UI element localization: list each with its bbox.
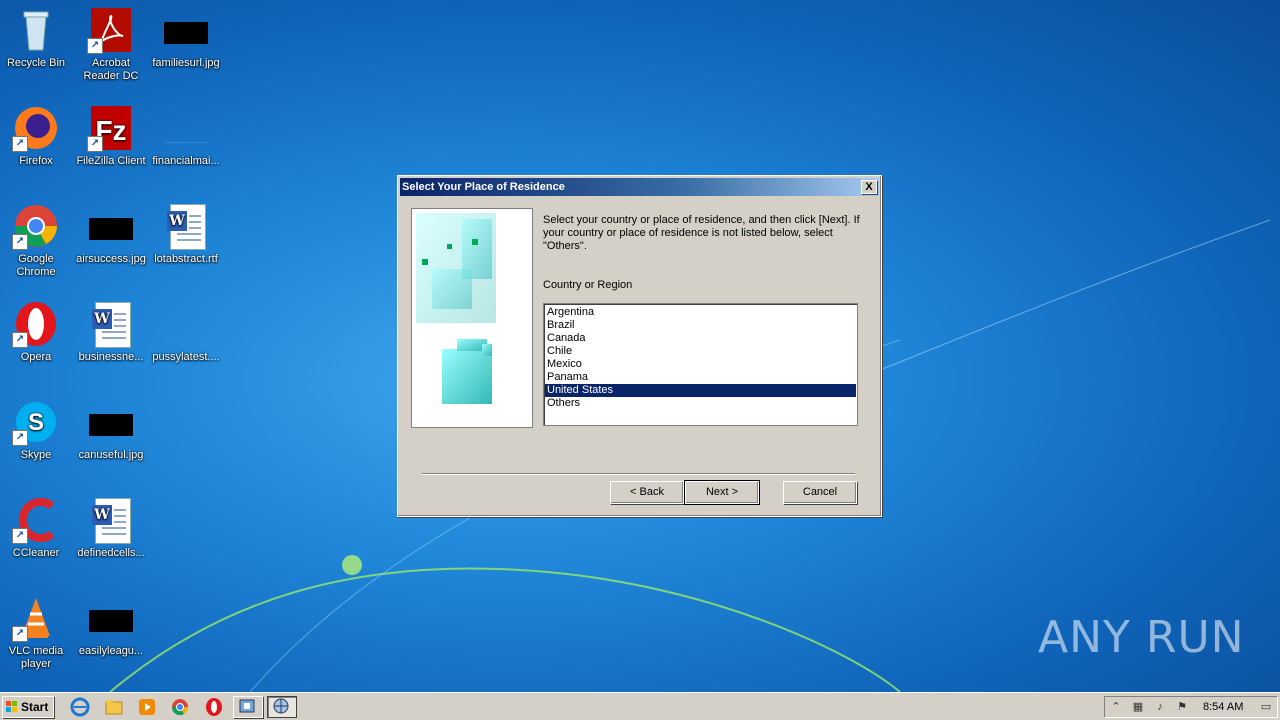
firefox-desktop-icon[interactable]: ↗ Firefox (0, 104, 72, 168)
country-item-mexico[interactable]: Mexico (545, 358, 856, 371)
file-explorer-icon[interactable] (104, 697, 124, 717)
familiesurl-file-icon[interactable]: familiesurl.jpg (150, 6, 222, 70)
cancel-button[interactable]: Cancel (783, 481, 857, 504)
icon-label: Opera (20, 351, 52, 363)
anyrun-watermark: ANY RUN (1038, 612, 1245, 663)
country-item-united-states[interactable]: United States (545, 384, 856, 397)
shortcut-arrow-icon: ↗ (12, 528, 28, 544)
word-document-icon: W (92, 302, 131, 348)
windows-flag-icon (6, 701, 17, 712)
action-center-flag-icon[interactable]: ⚑ (1175, 700, 1189, 714)
opera-taskbar-icon[interactable] (204, 697, 224, 717)
definedcells-file-icon[interactable]: W definedcells... (75, 496, 147, 560)
installer-icon (239, 699, 255, 713)
file-thumbnail-icon (164, 316, 208, 339)
country-item-argentina[interactable]: Argentina (545, 306, 856, 319)
country-item-canada[interactable]: Canada (545, 332, 856, 345)
icon-label: Google Chrome (16, 253, 56, 278)
country-item-brazil[interactable]: Brazil (545, 319, 856, 332)
image-thumbnail-icon (89, 610, 133, 632)
filezilla-desktop-icon[interactable]: Fz ↗ FileZilla Client (75, 104, 147, 168)
chrome-desktop-icon[interactable]: ↗ Google Chrome (0, 202, 72, 279)
back-button[interactable]: < Back (610, 481, 684, 504)
show-desktop-icon[interactable]: ▭ (1259, 700, 1273, 714)
installer-graphic (411, 208, 533, 428)
financialmai-file-icon[interactable]: financialmai... (150, 104, 222, 168)
icon-label: easilyleagu... (78, 645, 144, 657)
shortcut-arrow-icon: ↗ (12, 430, 28, 446)
country-list-label: Country or Region (543, 279, 633, 291)
start-label: Start (21, 700, 49, 714)
canuseful-file-icon[interactable]: canuseful.jpg (75, 398, 147, 462)
country-item-panama[interactable]: Panama (545, 371, 856, 384)
vlc-desktop-icon[interactable]: ↗ VLC media player (0, 594, 72, 671)
businessne-file-icon[interactable]: W businessne... (75, 300, 147, 364)
word-document-icon: W (167, 204, 206, 250)
media-player-icon[interactable] (137, 697, 157, 717)
easilyleagu-file-icon[interactable]: easilyleagu... (75, 594, 147, 658)
dialog-title: Select Your Place of Residence (402, 181, 565, 193)
shortcut-arrow-icon: ↗ (87, 136, 103, 152)
recycle-bin-desktop-icon[interactable]: Recycle Bin (0, 6, 72, 70)
close-icon: X (865, 181, 873, 193)
lotabstract-file-icon[interactable]: W lotabstract.rtf (150, 202, 222, 266)
country-item-chile[interactable]: Chile (545, 345, 856, 358)
icon-label: Acrobat Reader DC (83, 57, 139, 82)
icon-label: VLC media player (8, 645, 64, 670)
volume-icon[interactable]: ♪ (1153, 700, 1167, 714)
airsuccess-file-icon[interactable]: airsuccess.jpg (75, 202, 147, 266)
cubes-graphic-icon (416, 213, 496, 404)
network-icon[interactable]: ▦ (1131, 700, 1145, 714)
taskbar: Start ⌃ ▦ ♪ ⚑ 8:54 AM ▭ (0, 692, 1280, 720)
icon-label: lotabstract.rtf (154, 253, 218, 265)
icon-label: airsuccess.jpg (76, 253, 146, 265)
image-thumbnail-icon (89, 414, 133, 436)
shortcut-arrow-icon: ↗ (12, 332, 28, 348)
icon-label: FileZilla Client (76, 155, 146, 167)
setup-globe-icon (273, 698, 289, 714)
dialog-titlebar[interactable]: Select Your Place of Residence X (400, 178, 879, 196)
system-tray: ⌃ ▦ ♪ ⚑ 8:54 AM ▭ (1104, 696, 1278, 718)
image-thumbnail-icon (164, 22, 208, 44)
icon-label: Firefox (19, 155, 53, 167)
pussylatest-file-icon[interactable]: pussylatest.... (150, 300, 222, 364)
icon-label: CCleaner (12, 547, 60, 559)
image-thumbnail-icon (89, 218, 133, 240)
country-item-others[interactable]: Others (545, 397, 856, 410)
icon-label: businessne... (78, 351, 144, 363)
taskbar-task-installer[interactable] (233, 696, 263, 718)
shortcut-arrow-icon: ↗ (12, 136, 28, 152)
svg-text:S: S (28, 409, 44, 436)
opera-desktop-icon[interactable]: ↗ Opera (0, 300, 72, 364)
icon-label: canuseful.jpg (78, 449, 144, 461)
acrobat-desktop-icon[interactable]: ↗ Acrobat Reader DC (75, 6, 147, 83)
country-listbox[interactable]: Argentina Brazil Canada Chile Mexico Pan… (543, 303, 858, 426)
taskbar-task-setup-dialog[interactable] (267, 696, 297, 718)
ccleaner-desktop-icon[interactable]: ↗ CCleaner (0, 496, 72, 560)
shortcut-arrow-icon: ↗ (87, 38, 103, 54)
word-document-icon: W (92, 498, 131, 544)
icon-label: familiesurl.jpg (152, 57, 220, 69)
icon-label: Skype (20, 449, 52, 461)
icon-label: pussylatest.... (152, 351, 220, 363)
chrome-taskbar-icon[interactable] (170, 697, 190, 717)
start-button[interactable]: Start (2, 696, 54, 718)
file-thumbnail-icon (164, 120, 208, 143)
show-hidden-icons-chevron-icon[interactable]: ⌃ (1109, 700, 1123, 714)
icon-label: financialmai... (152, 155, 220, 167)
recycle-bin-icon (23, 11, 49, 51)
icon-label: Recycle Bin (6, 57, 66, 69)
icon-label: definedcells... (77, 547, 145, 559)
residence-dialog: Select Your Place of Residence X Select … (397, 175, 882, 517)
close-button[interactable]: X (861, 180, 877, 194)
dialog-description: Select your country or place of residenc… (543, 214, 860, 252)
clock[interactable]: 8:54 AM (1203, 697, 1243, 717)
dialog-separator (422, 473, 855, 475)
skype-desktop-icon[interactable]: S ↗ Skype (0, 398, 72, 462)
shortcut-arrow-icon: ↗ (12, 234, 28, 250)
next-button[interactable]: Next > (684, 480, 760, 505)
shortcut-arrow-icon: ↗ (12, 626, 28, 642)
internet-explorer-icon[interactable] (70, 697, 90, 717)
